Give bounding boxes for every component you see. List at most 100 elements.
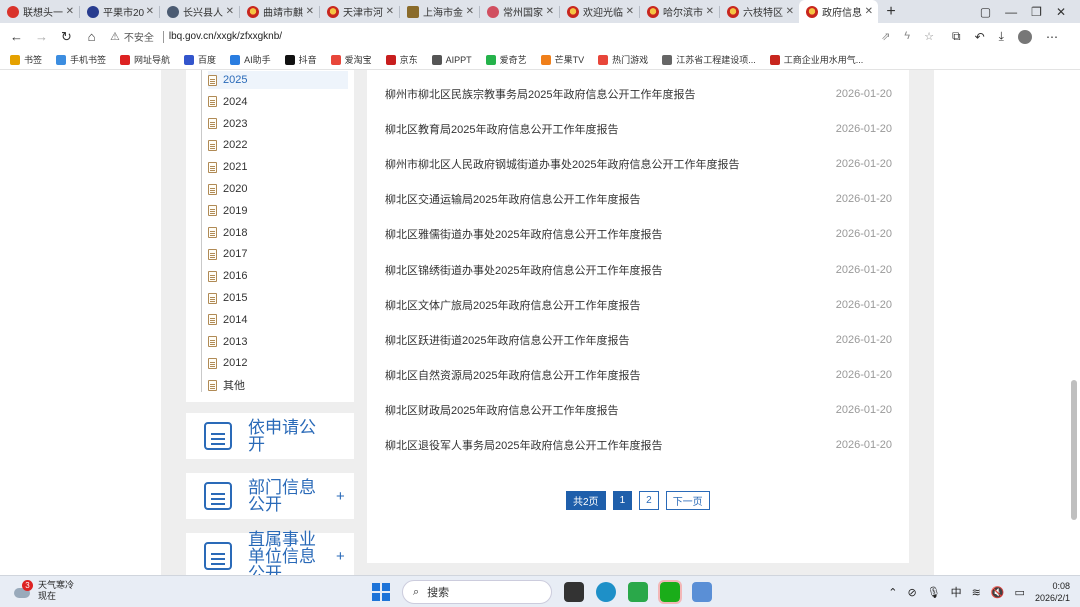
report-row[interactable]: 柳州市柳北区民族宗教事务局2025年政府信息公开工作年度报告 2026-01-20 <box>385 84 892 104</box>
close-window-icon[interactable]: ✕ <box>1056 5 1066 19</box>
report-row[interactable]: 柳州市柳北区人民政府钢城街道办事处2025年政府信息公开工作年度报告 2026-0… <box>385 154 892 174</box>
bookmark-item[interactable]: 工商企业用水用气... <box>769 53 863 66</box>
maximize-icon[interactable]: ❐ <box>1031 5 1042 19</box>
wifi-icon[interactable]: ≋ <box>972 586 981 599</box>
year-item-2023[interactable]: 2023 <box>208 115 348 133</box>
year-item-2025[interactable]: 2025 <box>208 71 348 89</box>
browser-tab[interactable]: 政府信息 ✕ <box>799 0 878 23</box>
side-box-2[interactable]: 部门信息公开 + <box>186 473 354 519</box>
browser-tab[interactable]: 上海市金 ✕ <box>400 0 479 23</box>
report-title-link[interactable]: 柳北区教育局2025年政府信息公开工作年度报告 <box>385 121 618 137</box>
tab-close-icon[interactable]: ✕ <box>386 6 394 17</box>
report-title-link[interactable]: 柳北区财政局2025年政府信息公开工作年度报告 <box>385 402 618 418</box>
tab-close-icon[interactable]: ✕ <box>226 6 234 17</box>
tab-close-icon[interactable]: ✕ <box>626 6 634 17</box>
microphone-icon[interactable]: 🎙 <box>927 586 941 599</box>
side-box-1[interactable]: 依申请公开 <box>186 413 354 459</box>
lightning-icon[interactable]: ϟ <box>904 30 910 43</box>
screen-app-icon[interactable] <box>628 582 648 602</box>
year-item-其他[interactable]: 其他 <box>208 376 348 394</box>
report-title-link[interactable]: 柳北区文体广旅局2025年政府信息公开工作年度报告 <box>385 297 640 313</box>
page-scrollbar[interactable] <box>1071 380 1077 520</box>
year-item-2013[interactable]: 2013 <box>208 333 348 351</box>
report-row[interactable]: 柳北区财政局2025年政府信息公开工作年度报告 2026-01-20 <box>385 400 892 420</box>
security-label[interactable]: 不安全 <box>124 29 154 44</box>
report-row[interactable]: 柳北区文体广旅局2025年政府信息公开工作年度报告 2026-01-20 <box>385 295 892 315</box>
bookmark-item[interactable]: 爱奇艺 <box>485 53 527 66</box>
report-row[interactable]: 柳北区雅儒街道办事处2025年政府信息公开工作年度报告 2026-01-20 <box>385 224 892 244</box>
year-item-2019[interactable]: 2019 <box>208 202 348 220</box>
report-title-link[interactable]: 柳北区退役军人事务局2025年政府信息公开工作年度报告 <box>385 437 662 453</box>
tab-close-icon[interactable]: ✕ <box>706 6 714 17</box>
report-row[interactable]: 柳北区教育局2025年政府信息公开工作年度报告 2026-01-20 <box>385 119 892 139</box>
report-title-link[interactable]: 柳北区自然资源局2025年政府信息公开工作年度报告 <box>385 367 640 383</box>
bookmark-item[interactable]: AI助手 <box>230 53 271 66</box>
report-row[interactable]: 柳北区交通运输局2025年政府信息公开工作年度报告 2026-01-20 <box>385 189 892 209</box>
browser-tab[interactable]: 曲靖市麒 ✕ <box>240 0 319 23</box>
next-page-button[interactable]: 下一页 <box>665 491 710 510</box>
browser-tab[interactable]: 欢迎光临 ✕ <box>560 0 639 23</box>
clock[interactable]: 0:08 2026/2/1 <box>1035 580 1070 604</box>
report-title-link[interactable]: 柳北区锦绣街道办事处2025年政府信息公开工作年度报告 <box>385 262 662 278</box>
home-icon[interactable]: ⌂ <box>79 29 104 44</box>
report-title-link[interactable]: 柳州市柳北区人民政府钢城街道办事处2025年政府信息公开工作年度报告 <box>385 156 739 172</box>
report-title-link[interactable]: 柳北区雅儒街道办事处2025年政府信息公开工作年度报告 <box>385 226 662 242</box>
minimize-icon[interactable]: — <box>1005 5 1017 19</box>
report-title-link[interactable]: 柳北区交通运输局2025年政府信息公开工作年度报告 <box>385 191 640 207</box>
browser-tab[interactable]: 天津市河 ✕ <box>320 0 399 23</box>
year-item-2014[interactable]: 2014 <box>208 311 348 329</box>
year-item-2017[interactable]: 2017 <box>208 245 348 263</box>
browser-tab[interactable]: 长兴县人 ✕ <box>160 0 239 23</box>
file-explorer-icon[interactable] <box>564 582 584 602</box>
bookmark-item[interactable]: 网址导航 <box>120 53 170 66</box>
bookmark-item[interactable]: 江苏省工程建设项... <box>662 53 756 66</box>
year-item-2022[interactable]: 2022 <box>208 136 348 154</box>
browser-tab[interactable]: 常州国家 ✕ <box>480 0 559 23</box>
year-item-2016[interactable]: 2016 <box>208 267 348 285</box>
tab-close-icon[interactable]: ✕ <box>466 6 474 17</box>
forward-icon[interactable]: → <box>29 29 54 44</box>
year-item-2024[interactable]: 2024 <box>208 93 348 111</box>
volume-muted-icon[interactable]: 🔇 <box>991 586 1005 599</box>
chevron-up-icon[interactable]: ⌃ <box>888 586 897 599</box>
browser-tab[interactable]: 平果市20 ✕ <box>80 0 159 23</box>
extensions-icon[interactable]: ⧉ <box>952 29 961 44</box>
tab-close-icon[interactable]: ✕ <box>66 6 74 17</box>
warning-icon[interactable]: ⚠ <box>110 30 120 43</box>
share-icon[interactable]: ⇗ <box>881 30 890 43</box>
expand-plus-icon[interactable]: + <box>336 548 345 565</box>
battery-icon[interactable]: ▭ <box>1015 586 1025 599</box>
bookmark-item[interactable]: 书签 <box>10 53 42 66</box>
bookmark-item[interactable]: 京东 <box>385 53 418 66</box>
profile-avatar[interactable] <box>1017 29 1032 44</box>
year-item-2018[interactable]: 2018 <box>208 224 348 242</box>
network-off-icon[interactable]: ⊘ <box>907 586 916 599</box>
bookmark-item[interactable]: 抖音 <box>284 53 317 66</box>
taskbar-search[interactable]: ⌕ 搜索 <box>402 580 552 604</box>
report-title-link[interactable]: 柳北区跃进街道2025年政府信息公开工作年度报告 <box>385 332 629 348</box>
wechat-icon[interactable] <box>658 580 682 604</box>
report-row[interactable]: 柳北区退役军人事务局2025年政府信息公开工作年度报告 2026-01-20 <box>385 435 892 455</box>
download-icon[interactable]: ⤓ <box>999 29 1004 44</box>
bookmark-item[interactable]: 爱淘宝 <box>330 53 372 66</box>
tab-close-icon[interactable]: ✕ <box>146 6 154 17</box>
windows-start-icon[interactable] <box>372 583 390 601</box>
weather-widget[interactable]: 3 天气寒冷 现在 <box>14 580 74 602</box>
page-2-button[interactable]: 2 <box>639 491 659 510</box>
tab-close-icon[interactable]: ✕ <box>786 6 794 17</box>
bookmark-item[interactable]: AIPPT <box>431 54 472 65</box>
omnibox[interactable]: ⚠ 不安全 lbq.gov.cn/xxgk/zfxxgknb/ ⇗ ϟ ☆ <box>110 26 940 47</box>
report-title-link[interactable]: 柳州市柳北区民族宗教事务局2025年政府信息公开工作年度报告 <box>385 86 695 102</box>
url-text[interactable]: lbq.gov.cn/xxgk/zfxxgknb/ <box>169 31 881 42</box>
tab-close-icon[interactable]: ✕ <box>546 6 554 17</box>
year-item-2015[interactable]: 2015 <box>208 289 348 307</box>
year-item-2020[interactable]: 2020 <box>208 180 348 198</box>
new-tab-button[interactable]: + <box>878 0 904 23</box>
tab-close-icon[interactable]: ✕ <box>865 6 873 17</box>
history-icon[interactable]: ↶ <box>975 30 985 44</box>
expand-plus-icon[interactable]: + <box>336 488 345 505</box>
back-icon[interactable]: ← <box>4 29 29 44</box>
tab-actions-icon[interactable]: ▢ <box>980 5 991 19</box>
reload-icon[interactable]: ↻ <box>54 29 79 45</box>
report-row[interactable]: 柳北区锦绣街道办事处2025年政府信息公开工作年度报告 2026-01-20 <box>385 260 892 280</box>
